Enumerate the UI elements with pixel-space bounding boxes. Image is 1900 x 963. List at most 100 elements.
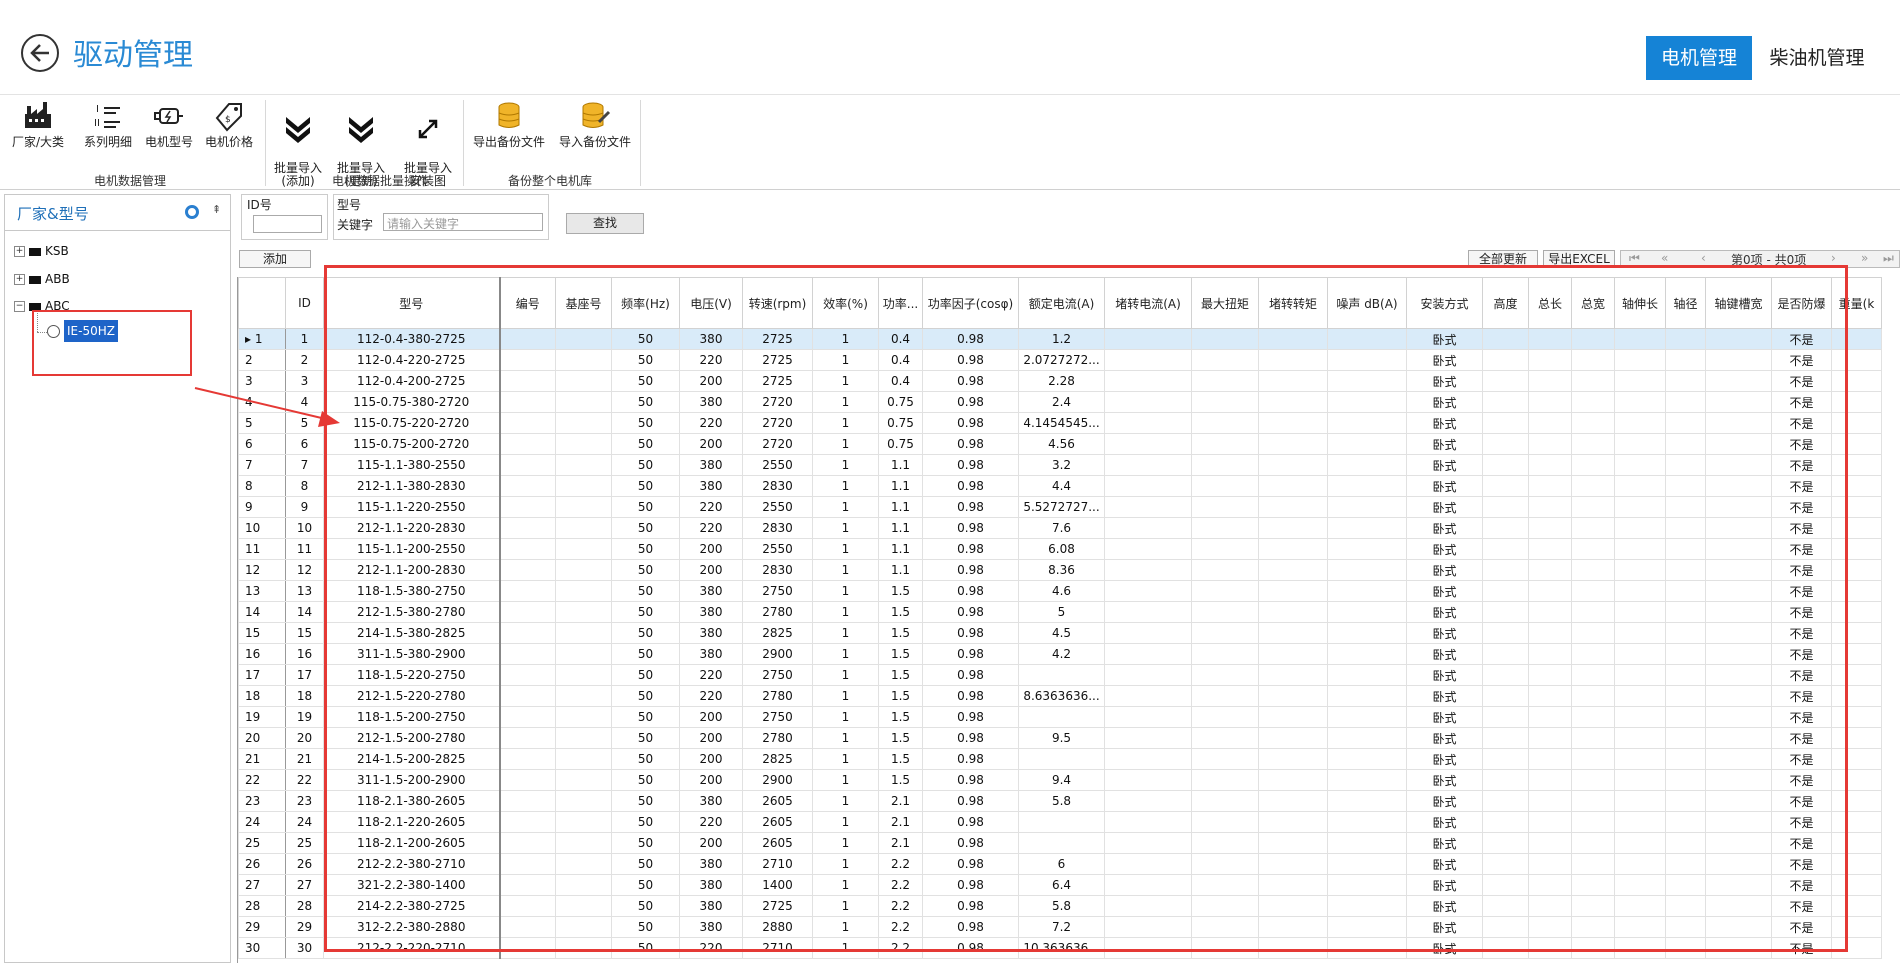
row-number: 22 — [238, 769, 286, 791]
refresh-icon[interactable] — [185, 205, 199, 219]
cell-id: 14 — [285, 601, 324, 623]
last-page-icon[interactable]: ⏭ — [1883, 251, 1894, 266]
cell-id: 1 — [285, 328, 324, 350]
resize-arrows-icon — [418, 119, 438, 139]
first-page-icon[interactable]: ⏮ — [1629, 251, 1640, 266]
cell-id: 23 — [285, 790, 324, 812]
back-arrow-icon — [30, 44, 49, 62]
prev-page-icon[interactable]: « — [1661, 251, 1668, 265]
cell-id: 13 — [285, 580, 324, 602]
ribbon-group-batch: 电机数据批量操作 — [331, 174, 428, 188]
tree-panel-title: 厂家&型号 — [17, 205, 89, 223]
motor-price-button[interactable]: $ 电机价格 — [202, 100, 256, 149]
cell-id: 27 — [285, 874, 324, 896]
cell-id: 16 — [285, 643, 324, 665]
back-button[interactable] — [21, 34, 59, 72]
search-button[interactable]: 查找 — [566, 213, 644, 234]
cell-id: 22 — [285, 769, 324, 791]
pin-icon[interactable]: ⇞ — [212, 203, 221, 216]
expand-icon[interactable]: + — [14, 274, 25, 285]
cell-id: 12 — [285, 559, 324, 581]
row-number: 9 — [238, 496, 286, 518]
row-number: 26 — [238, 853, 286, 875]
series-detail-label: 系列明细 — [83, 135, 132, 149]
cell-id: 7 — [285, 454, 324, 476]
folder-icon — [29, 275, 41, 284]
id-search-group: ID号 — [241, 194, 328, 240]
database-import-icon — [582, 102, 611, 128]
row-number: 13 — [238, 580, 286, 602]
row-number: ▸ 1 — [238, 328, 286, 350]
prev-icon[interactable]: ‹ — [1701, 251, 1706, 265]
folder-icon — [29, 247, 41, 256]
tree-node-label: KSB — [45, 244, 69, 258]
model-search-group: 型号 关键字 请输入关键字 — [333, 194, 549, 240]
column-header[interactable]: ID — [285, 277, 324, 329]
cell-id: 24 — [285, 811, 324, 833]
next-page-icon[interactable]: » — [1861, 251, 1868, 265]
manufacturer-button[interactable]: 厂家/大类 — [8, 100, 68, 149]
id-input[interactable] — [253, 215, 322, 233]
cell-id: 4 — [285, 391, 324, 413]
row-number: 18 — [238, 685, 286, 707]
row-number: 24 — [238, 811, 286, 833]
cell-id: 29 — [285, 916, 324, 938]
row-number: 23 — [238, 790, 286, 812]
tab-diesel-management[interactable]: 柴油机管理 — [1762, 36, 1872, 80]
export-backup-button[interactable]: 导出备份文件 — [470, 100, 548, 149]
keyword-label: 关键字 — [337, 218, 374, 232]
tree-node-abb[interactable]: + ABB — [14, 272, 70, 286]
cell-id: 11 — [285, 538, 324, 560]
row-number: 7 — [238, 454, 286, 476]
ribbon-separator — [640, 100, 641, 186]
motor-model-label: 电机型号 — [144, 135, 193, 149]
cell-id: 28 — [285, 895, 324, 917]
series-detail-button[interactable]: I II 系列明细 — [80, 100, 136, 149]
cell-id: 5 — [285, 412, 324, 434]
svg-text:II: II — [94, 118, 100, 129]
row-number: 30 — [238, 937, 286, 959]
manufacturer-label: 厂家/大类 — [11, 135, 65, 149]
row-number: 25 — [238, 832, 286, 854]
keyword-input[interactable]: 请输入关键字 — [383, 213, 543, 231]
import-backup-button[interactable]: 导入备份文件 — [555, 100, 635, 149]
row-number: 14 — [238, 601, 286, 623]
cell-id: 30 — [285, 937, 324, 959]
cell-id: 26 — [285, 853, 324, 875]
factory-icon — [25, 102, 51, 128]
cell-id: 3 — [285, 370, 324, 392]
row-number: 19 — [238, 706, 286, 728]
collapse-icon[interactable]: − — [14, 301, 25, 312]
row-number: 29 — [238, 916, 286, 938]
svg-text:$: $ — [225, 115, 231, 125]
annotation-box-tree — [32, 310, 192, 376]
row-number: 21 — [238, 748, 286, 770]
app-header: 驱动管理 电机管理 柴油机管理 — [0, 0, 1900, 95]
row-number: 17 — [238, 664, 286, 686]
ribbon-separator — [463, 100, 464, 186]
tree-node-label: ABB — [45, 272, 70, 286]
expand-icon[interactable]: + — [14, 246, 25, 257]
tree-node-ksb[interactable]: + KSB — [14, 244, 69, 258]
current-row-icon: ▸ — [245, 332, 255, 346]
cell-id: 19 — [285, 706, 324, 728]
tab-motor-management[interactable]: 电机管理 — [1646, 36, 1752, 80]
cell-id: 2 — [285, 349, 324, 371]
id-label: ID号 — [247, 198, 272, 212]
annotation-box-table — [324, 265, 1848, 952]
next-icon[interactable]: › — [1831, 251, 1836, 265]
tree-panel-header: 厂家&型号 ⇞ — [5, 195, 230, 231]
cell-id: 17 — [285, 664, 324, 686]
page-title: 驱动管理 — [73, 38, 193, 73]
motor-model-button[interactable]: 电机型号 — [142, 100, 196, 149]
add-button[interactable]: 添加 — [239, 250, 311, 268]
export-backup-label: 导出备份文件 — [472, 135, 545, 149]
row-number: 28 — [238, 895, 286, 917]
cell-id: 18 — [285, 685, 324, 707]
double-chevron-down-icon — [286, 117, 310, 143]
database-export-icon — [498, 102, 520, 128]
row-number: 8 — [238, 475, 286, 497]
motor-icon — [154, 108, 183, 124]
row-number: 1 — [254, 332, 263, 346]
row-number: 16 — [238, 643, 286, 665]
